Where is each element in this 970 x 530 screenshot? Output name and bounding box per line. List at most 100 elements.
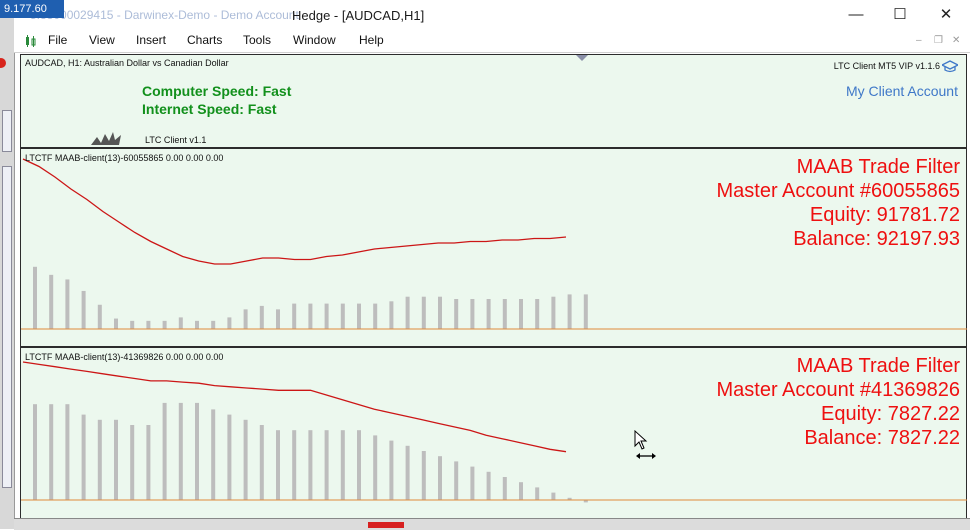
histogram-bar xyxy=(49,404,54,500)
histogram-bar xyxy=(195,320,199,329)
histogram-bar xyxy=(146,425,151,500)
indicator-name-label: LTCTF MAAB-client(13)-60055865 0.00 0.00… xyxy=(25,153,224,163)
histogram-bar xyxy=(438,456,442,500)
menu-help[interactable]: Help xyxy=(359,33,384,47)
histogram-bar xyxy=(33,404,37,500)
histogram-bar xyxy=(65,404,70,500)
background-minimize-icon[interactable]: – xyxy=(200,3,206,15)
histogram-bar xyxy=(97,304,102,329)
histogram-bar xyxy=(535,299,540,329)
histogram-bar xyxy=(243,309,248,329)
histogram-bar xyxy=(308,430,313,500)
status-strip xyxy=(14,518,970,530)
histogram-bar xyxy=(405,445,410,500)
histogram-bar xyxy=(162,402,167,500)
menu-bar: File View Insert Charts Tools Window Hel… xyxy=(14,30,970,53)
my-client-account-link[interactable]: My Client Account xyxy=(846,83,958,99)
symbol-label: AUDCAD, H1: Australian Dollar vs Canadia… xyxy=(25,58,229,68)
master-account-label: Master Account #41369826 xyxy=(716,379,960,401)
master-account-label: Master Account #60055865 xyxy=(716,180,960,202)
histogram-bar xyxy=(227,317,232,329)
window-title: Hedge - [AUDCAD,H1] xyxy=(292,8,425,23)
indicator-subwindow-2[interactable]: LTCTF MAAB-client(13)-41369826 0.00 0.00… xyxy=(20,347,967,519)
menu-view[interactable]: View xyxy=(89,33,115,47)
background-close-icon[interactable]: ✕ xyxy=(256,3,265,16)
histogram-bar xyxy=(292,430,297,500)
maximize-icon[interactable]: ☐ xyxy=(880,2,920,28)
equity-value: Equity: 91781.72 xyxy=(809,204,960,226)
histogram-bar xyxy=(178,317,183,329)
histogram-bar xyxy=(114,419,118,500)
histogram-bar xyxy=(195,402,199,500)
chart-shift-marker-icon[interactable] xyxy=(576,55,588,61)
histogram-bar xyxy=(340,303,345,329)
ltc-client-label: LTC Client v1.1 xyxy=(145,135,207,145)
menu-tools[interactable]: Tools xyxy=(243,33,271,47)
histogram-bar xyxy=(146,320,151,329)
histogram-bar xyxy=(97,419,102,500)
histogram-bar xyxy=(454,461,459,500)
menu-charts[interactable]: Charts xyxy=(187,33,222,47)
side-panel-box xyxy=(2,166,12,488)
chart-window-icon xyxy=(26,35,36,47)
histogram-bar xyxy=(276,430,280,500)
child-restore-icon[interactable]: ❐ xyxy=(934,35,943,46)
minimize-icon[interactable]: — xyxy=(836,2,876,28)
histogram-bar xyxy=(178,402,183,500)
balance-value: Balance: 7827.22 xyxy=(804,427,960,449)
histogram-bar xyxy=(130,320,135,329)
menu-window[interactable]: Window xyxy=(293,33,336,47)
histogram-bar xyxy=(357,430,361,500)
menu-insert[interactable]: Insert xyxy=(136,33,166,47)
histogram-bar xyxy=(454,299,459,329)
histogram-bar xyxy=(227,414,232,500)
move-cursor-icon xyxy=(634,430,656,459)
background-restore-icon[interactable]: ❐ xyxy=(228,3,238,16)
histogram-bar xyxy=(470,466,475,500)
histogram-bar xyxy=(551,492,556,500)
histogram-bar xyxy=(324,430,329,500)
histogram-bar xyxy=(130,425,135,500)
version-label: 9.177.60 xyxy=(0,0,64,18)
histogram-bar xyxy=(438,296,442,329)
histogram-bar xyxy=(421,296,426,329)
histogram-bar xyxy=(405,296,410,329)
indicator-name-label: LTCTF MAAB-client(13)-41369826 0.00 0.00… xyxy=(25,352,224,362)
histogram-bar xyxy=(389,440,394,500)
indicator-subwindow-1[interactable]: LTCTF MAAB-client(13)-60055865 0.00 0.00… xyxy=(20,148,967,347)
title-bar: 5.33000029415 - Darwinex-Demo - Demo Acc… xyxy=(0,0,970,30)
histogram-bar xyxy=(81,414,86,500)
histogram-bar xyxy=(486,471,491,500)
histogram-bar xyxy=(292,303,297,329)
equity-curve-line xyxy=(22,158,567,265)
histogram-bar xyxy=(276,309,280,329)
histogram-bar xyxy=(502,299,507,329)
menu-file[interactable]: File xyxy=(48,33,67,47)
histogram-bar xyxy=(567,294,572,329)
filter-title: MAAB Trade Filter xyxy=(796,156,960,178)
child-minimize-icon[interactable]: – xyxy=(916,35,922,46)
child-close-icon[interactable]: ✕ xyxy=(952,35,960,46)
graduation-cap-icon xyxy=(942,60,958,73)
histogram-bar xyxy=(519,299,523,329)
computer-speed-status: Computer Speed: Fast xyxy=(142,83,292,99)
histogram-bar xyxy=(421,451,426,500)
close-icon[interactable]: ✕ xyxy=(926,2,966,28)
side-panel-box xyxy=(2,110,12,152)
histogram-bar xyxy=(162,320,167,329)
histogram-bar xyxy=(583,500,588,503)
histogram-bar xyxy=(211,320,216,329)
histogram-bar xyxy=(81,290,86,329)
histogram-bar xyxy=(373,435,378,500)
histogram-bar xyxy=(65,279,70,329)
histogram-bar xyxy=(389,301,394,329)
histogram-bar xyxy=(551,296,556,329)
client-version-label: LTC Client MT5 VIP v1.1.6 xyxy=(833,61,940,71)
close-dot-icon[interactable] xyxy=(0,58,6,68)
histogram-bar xyxy=(211,409,216,500)
main-chart-panel[interactable]: AUDCAD, H1: Australian Dollar vs Canadia… xyxy=(20,54,967,148)
histogram-bar xyxy=(519,482,523,500)
equity-value: Equity: 7827.22 xyxy=(821,403,960,425)
histogram-bar xyxy=(259,425,264,500)
status-indicator xyxy=(368,522,404,528)
